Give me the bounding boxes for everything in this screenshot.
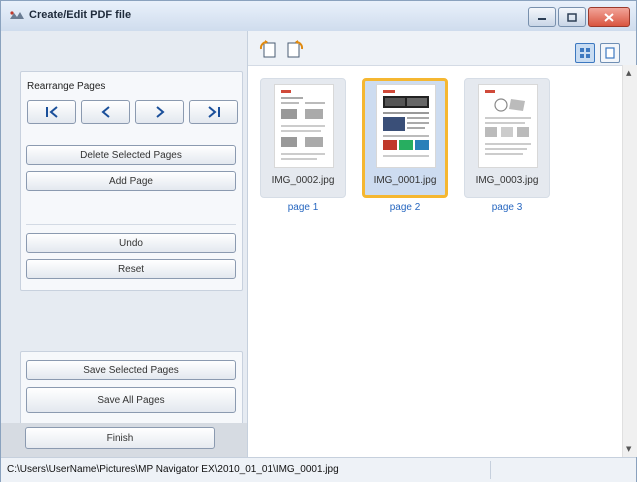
undo-button[interactable]: Undo bbox=[26, 233, 236, 253]
close-icon bbox=[604, 12, 614, 22]
previous-page-button[interactable] bbox=[81, 100, 130, 124]
add-page-button[interactable]: Add Page bbox=[26, 171, 236, 191]
rearrange-group: Rearrange Pages Delete Selected Pages Ad… bbox=[20, 71, 243, 291]
status-bar: C:\Users\UserName\Pictures\MP Navigator … bbox=[1, 457, 636, 482]
vertical-scrollbar[interactable]: ▲ ▼ bbox=[622, 65, 637, 457]
page-thumbnails-area: IMG_0002.jpg page 1 IMG_0001.jpg page 2 … bbox=[248, 65, 622, 458]
divider bbox=[26, 224, 236, 225]
scroll-up-icon[interactable]: ▲ bbox=[626, 69, 631, 77]
scroll-down-icon[interactable]: ▼ bbox=[626, 445, 631, 453]
rotate-right-icon[interactable] bbox=[285, 39, 305, 59]
chevron-left-icon bbox=[100, 106, 110, 118]
window-title: Create/Edit PDF file bbox=[29, 9, 132, 21]
last-page-button[interactable] bbox=[189, 100, 238, 124]
save-selected-pages-button[interactable]: Save Selected Pages bbox=[26, 360, 236, 380]
thumbnail-view-icon bbox=[580, 48, 590, 58]
reset-button[interactable]: Reset bbox=[26, 259, 236, 279]
page-preview-image bbox=[478, 84, 538, 168]
thumbnail-card[interactable]: IMG_0002.jpg bbox=[260, 78, 346, 198]
create-edit-pdf-window: Create/Edit PDF file Rearrange Pages Del… bbox=[0, 0, 637, 482]
page-preview-image bbox=[376, 84, 436, 168]
page-number-label: page 2 bbox=[389, 202, 421, 213]
file-path-status: C:\Users\UserName\Pictures\MP Navigator … bbox=[7, 464, 339, 475]
maximize-icon bbox=[567, 12, 577, 22]
close-button[interactable] bbox=[588, 7, 630, 27]
rearrange-pages-label: Rearrange Pages bbox=[27, 81, 106, 92]
title-bar[interactable]: Create/Edit PDF file bbox=[1, 1, 636, 32]
finish-button[interactable]: Finish bbox=[25, 427, 215, 449]
save-all-pages-button[interactable]: Save All Pages bbox=[26, 387, 236, 413]
left-panel: Rearrange Pages Delete Selected Pages Ad… bbox=[1, 31, 248, 457]
app-icon bbox=[10, 11, 24, 19]
first-page-icon bbox=[45, 106, 58, 118]
thumbnail-card-selected[interactable]: IMG_0001.jpg bbox=[362, 78, 448, 198]
delete-selected-pages-button[interactable]: Delete Selected Pages bbox=[26, 145, 236, 165]
thumbnail-filename: IMG_0003.jpg bbox=[475, 175, 539, 186]
next-page-button[interactable] bbox=[135, 100, 184, 124]
first-page-button[interactable] bbox=[27, 100, 76, 124]
finish-area: Finish bbox=[1, 423, 247, 457]
minimize-button[interactable] bbox=[528, 7, 556, 27]
page-number-label: page 1 bbox=[287, 202, 319, 213]
page-number-label: page 3 bbox=[491, 202, 523, 213]
status-divider bbox=[490, 461, 491, 479]
thumbnail-filename: IMG_0001.jpg bbox=[373, 175, 437, 186]
full-view-button[interactable] bbox=[600, 43, 620, 63]
last-page-icon bbox=[207, 106, 220, 118]
maximize-button[interactable] bbox=[558, 7, 586, 27]
chevron-right-icon bbox=[155, 106, 165, 118]
thumbnail-filename: IMG_0002.jpg bbox=[271, 175, 335, 186]
save-group: Save Selected Pages Save All Pages bbox=[20, 351, 243, 430]
thumbnail-view-button[interactable] bbox=[575, 43, 595, 63]
rotate-left-icon[interactable] bbox=[258, 39, 278, 59]
minimize-icon bbox=[538, 18, 546, 20]
thumbnail-card[interactable]: IMG_0003.jpg bbox=[464, 78, 550, 198]
full-view-icon bbox=[605, 47, 615, 59]
page-preview-image bbox=[274, 84, 334, 168]
toolbar bbox=[248, 31, 636, 65]
